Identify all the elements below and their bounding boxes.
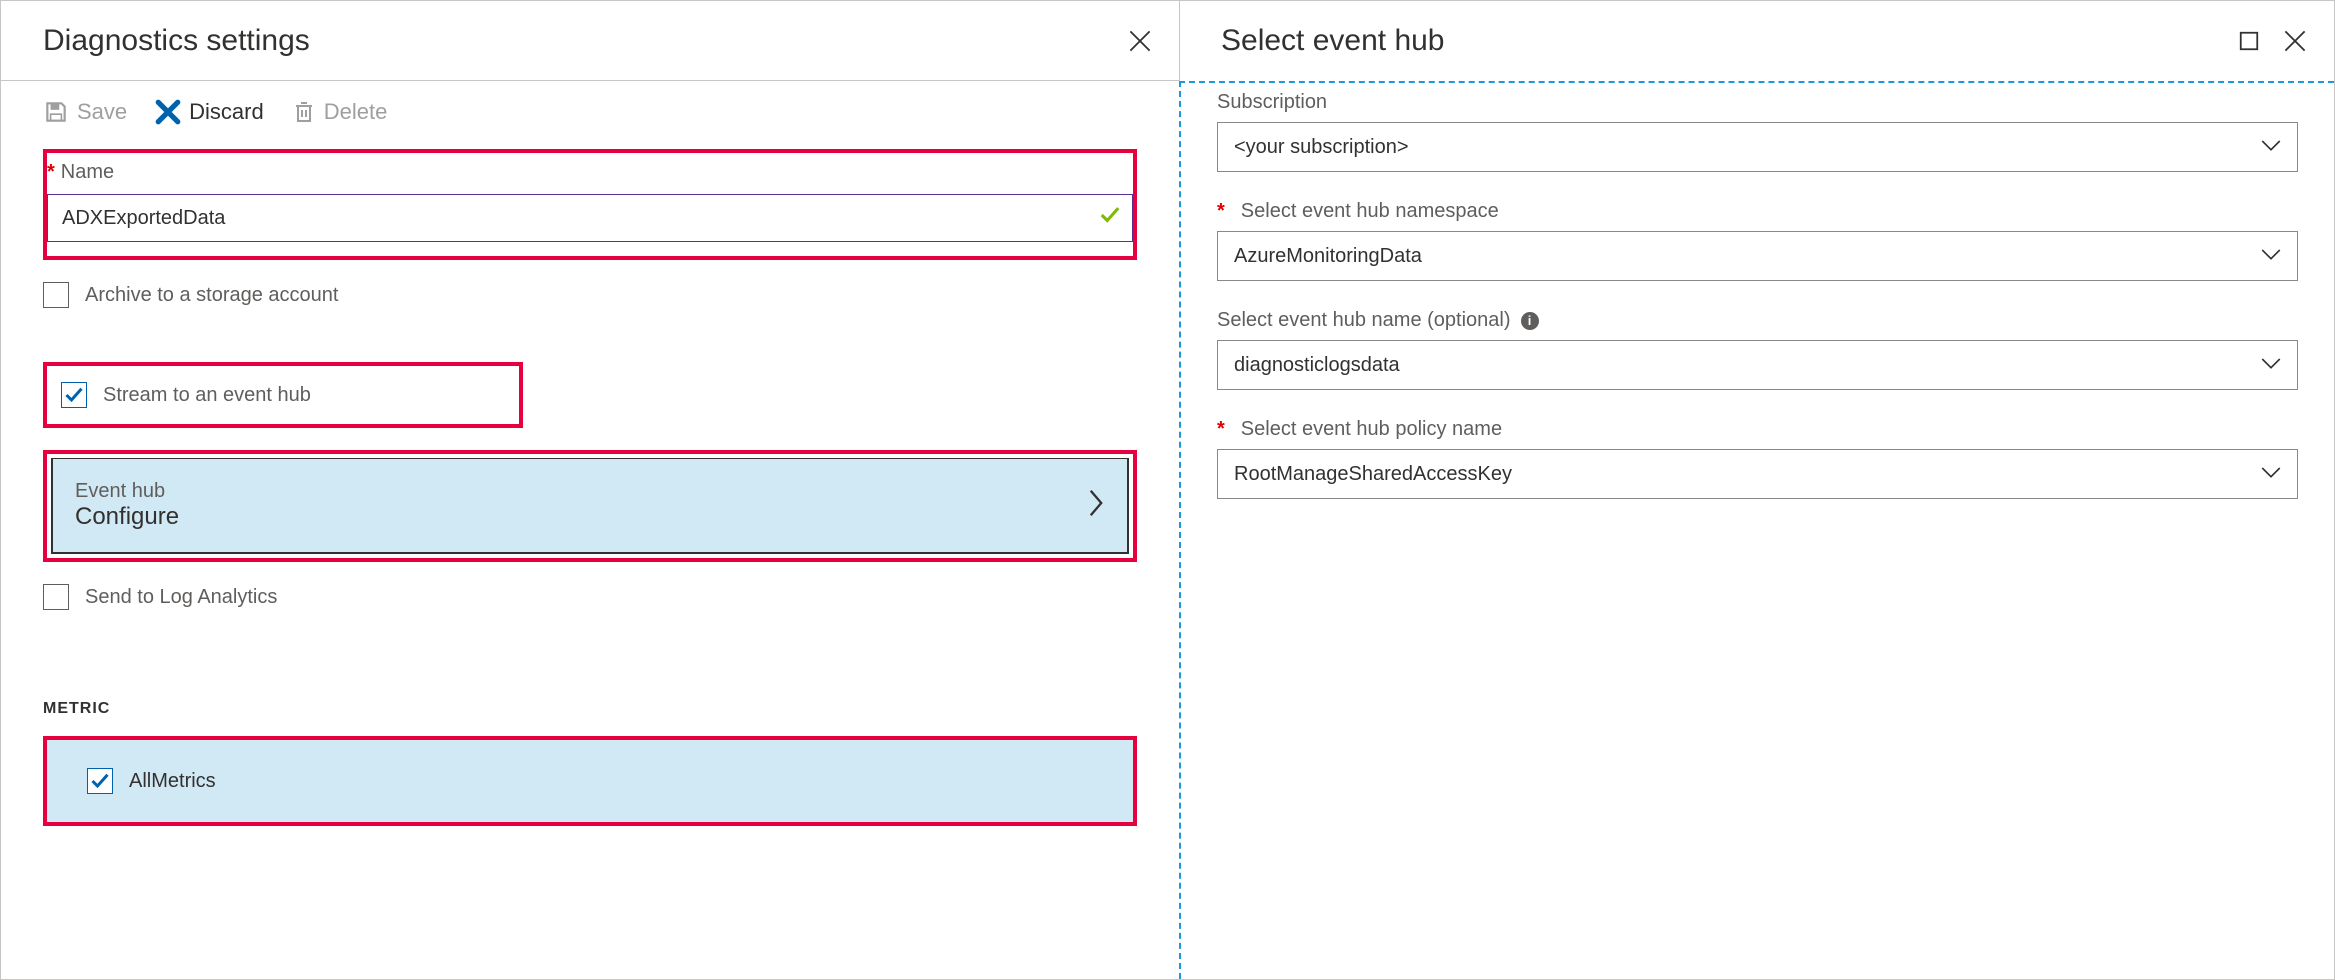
- close-icon[interactable]: [2284, 30, 2306, 52]
- subscription-label: Subscription: [1217, 91, 2298, 114]
- eventhub-big-label: Configure: [75, 503, 179, 531]
- stream-label: Stream to an event hub: [103, 384, 311, 407]
- chevron-down-icon: [2261, 463, 2281, 486]
- stream-checkbox[interactable]: [61, 382, 87, 408]
- namespace-select[interactable]: AzureMonitoringData: [1217, 231, 2298, 281]
- policy-label: *Select event hub policy name: [1217, 418, 2298, 441]
- subscription-select[interactable]: <your subscription>: [1217, 122, 2298, 172]
- save-icon: [43, 99, 69, 125]
- namespace-field: *Select event hub namespace AzureMonitor…: [1217, 200, 2298, 281]
- restore-icon[interactable]: [2238, 30, 2260, 52]
- save-label: Save: [77, 99, 127, 125]
- delete-label: Delete: [324, 99, 388, 125]
- discard-icon: [155, 99, 181, 125]
- loganalytics-label: Send to Log Analytics: [85, 586, 277, 609]
- chevron-down-icon: [2261, 245, 2281, 268]
- delete-icon: [292, 99, 316, 125]
- close-icon[interactable]: [1129, 30, 1151, 52]
- delete-button[interactable]: Delete: [292, 99, 388, 125]
- namespace-value: AzureMonitoringData: [1234, 245, 1422, 268]
- loganalytics-checkbox-row[interactable]: Send to Log Analytics: [43, 584, 1137, 610]
- archive-checkbox[interactable]: [43, 282, 69, 308]
- stream-section-highlight: Stream to an event hub: [43, 362, 523, 428]
- toolbar: Save Discard Delete: [1, 81, 1179, 147]
- hubname-field: Select event hub name (optional) i diagn…: [1217, 309, 2298, 390]
- pane-divider: [1179, 1, 1180, 81]
- name-label: *Name: [47, 161, 1133, 184]
- right-pane-header: Select event hub: [1179, 1, 2334, 81]
- right-pane-title: Select event hub: [1221, 24, 1445, 58]
- left-pane-header: Diagnostics settings: [1, 1, 1179, 81]
- save-button[interactable]: Save: [43, 99, 127, 125]
- chevron-right-icon: [1087, 489, 1105, 523]
- hubname-label: Select event hub name (optional) i: [1217, 309, 2298, 332]
- stream-checkbox-row[interactable]: Stream to an event hub: [61, 382, 505, 408]
- hubname-value: diagnosticlogsdata: [1234, 354, 1400, 377]
- subscription-field: Subscription <your subscription>: [1217, 91, 2298, 172]
- archive-label: Archive to a storage account: [85, 284, 338, 307]
- discard-label: Discard: [189, 99, 264, 125]
- info-icon[interactable]: i: [1521, 312, 1539, 330]
- allmetrics-checkbox[interactable]: [87, 768, 113, 794]
- left-pane: Diagnostics settings Save Discard: [1, 1, 1179, 979]
- loganalytics-checkbox[interactable]: [43, 584, 69, 610]
- policy-value: RootManageSharedAccessKey: [1234, 463, 1512, 486]
- eventhub-section-highlight: Event hub Configure: [43, 450, 1137, 562]
- right-pane-dashed-area: Subscription <your subscription> *Select…: [1179, 81, 2334, 979]
- name-section-highlight: *Name: [43, 149, 1137, 260]
- left-pane-title: Diagnostics settings: [43, 24, 310, 58]
- eventhub-configure-panel[interactable]: Event hub Configure: [51, 458, 1129, 554]
- metric-heading: METRIC: [43, 700, 1137, 718]
- policy-field: *Select event hub policy name RootManage…: [1217, 418, 2298, 499]
- required-asterisk: *: [47, 161, 61, 183]
- form-area: *Name Archive to a storage account: [1, 149, 1179, 826]
- archive-checkbox-row[interactable]: Archive to a storage account: [43, 282, 1137, 308]
- allmetrics-label: AllMetrics: [129, 770, 216, 793]
- discard-button[interactable]: Discard: [155, 99, 264, 125]
- hubname-select[interactable]: diagnosticlogsdata: [1217, 340, 2298, 390]
- valid-check-icon: [1099, 204, 1121, 232]
- policy-select[interactable]: RootManageSharedAccessKey: [1217, 449, 2298, 499]
- allmetrics-checkbox-row[interactable]: AllMetrics: [87, 768, 1093, 794]
- metric-section-highlight: AllMetrics: [43, 736, 1137, 826]
- required-asterisk: *: [1217, 418, 1231, 441]
- namespace-label: *Select event hub namespace: [1217, 200, 2298, 223]
- subscription-value: <your subscription>: [1234, 136, 1409, 159]
- name-input[interactable]: [47, 194, 1133, 242]
- chevron-down-icon: [2261, 354, 2281, 377]
- right-pane-wrapper: Select event hub Subscription <your subs…: [1179, 1, 2334, 979]
- eventhub-small-label: Event hub: [75, 480, 179, 503]
- chevron-down-icon: [2261, 136, 2281, 159]
- required-asterisk: *: [1217, 200, 1231, 223]
